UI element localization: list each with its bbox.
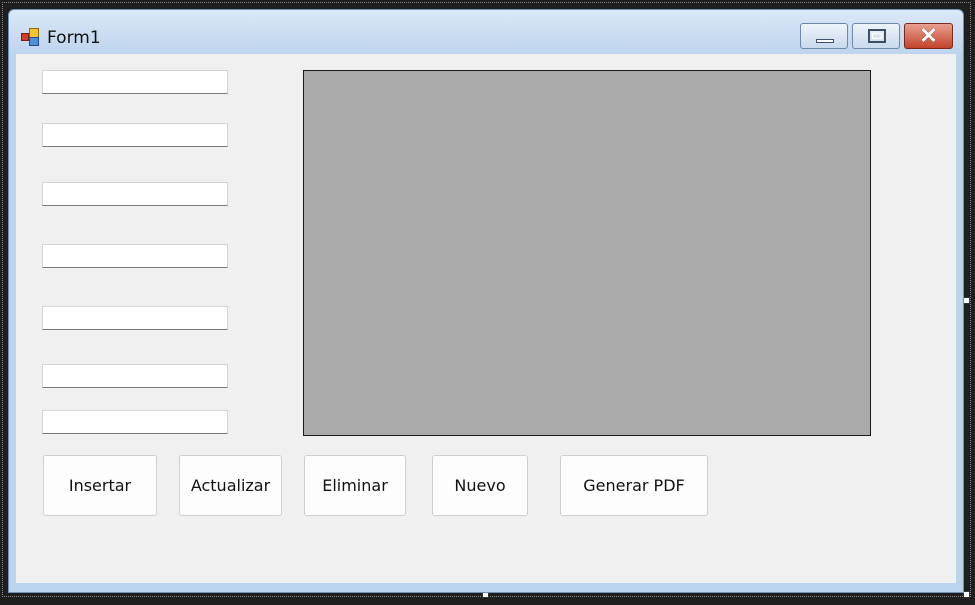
form-client-area: Insertar Actualizar Eliminar Nuevo Gener… — [16, 54, 956, 583]
form-window: Form1 ✕ Insertar Actualizar Eliminar Nue… — [8, 9, 964, 593]
insert-button[interactable]: Insertar — [43, 455, 157, 516]
maximize-icon — [868, 29, 886, 43]
update-button[interactable]: Actualizar — [179, 455, 282, 516]
minimize-icon — [816, 39, 834, 43]
textbox-4[interactable] — [42, 244, 228, 268]
picture-box — [303, 70, 871, 436]
delete-button[interactable]: Eliminar — [304, 455, 406, 516]
textbox-5[interactable] — [42, 306, 228, 330]
window-title: Form1 — [47, 28, 101, 48]
textbox-1[interactable] — [42, 70, 228, 94]
title-bar[interactable]: Form1 ✕ — [9, 10, 963, 54]
new-button[interactable]: Nuevo — [432, 455, 528, 516]
generate-pdf-button[interactable]: Generar PDF — [560, 455, 708, 516]
close-icon: ✕ — [919, 23, 938, 48]
maximize-button[interactable] — [852, 23, 900, 49]
textbox-6[interactable] — [42, 364, 228, 388]
textbox-7[interactable] — [42, 410, 228, 434]
form-app-icon — [21, 28, 39, 46]
close-button[interactable]: ✕ — [904, 23, 953, 49]
resize-handle-right[interactable] — [963, 297, 970, 304]
resize-handle-corner[interactable] — [963, 591, 970, 598]
textbox-2[interactable] — [42, 123, 228, 147]
minimize-button[interactable] — [800, 23, 848, 49]
textbox-3[interactable] — [42, 182, 228, 206]
